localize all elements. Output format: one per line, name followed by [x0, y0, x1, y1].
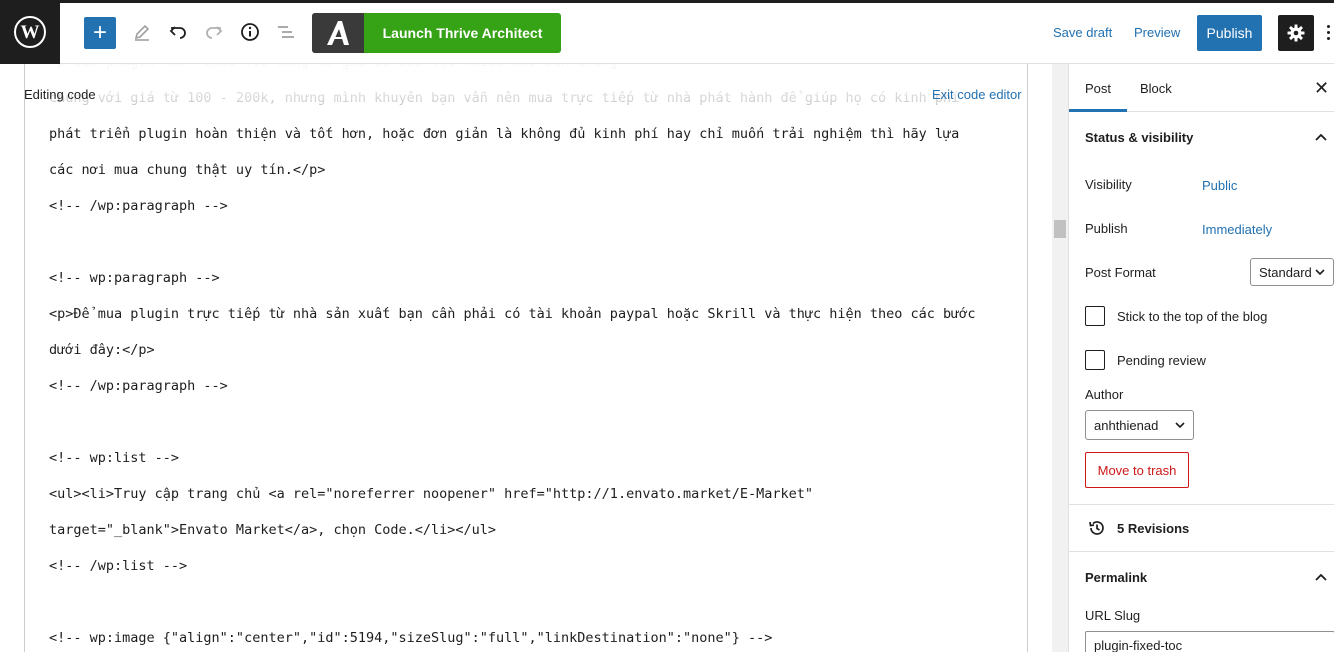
visibility-label: Visibility [1085, 177, 1132, 192]
redo-icon[interactable] [202, 20, 226, 44]
code-line: <p>Các plugin như Fixed TOC đang có giá … [49, 64, 618, 72]
post-format-select[interactable]: Standard [1250, 258, 1334, 286]
settings-button[interactable] [1278, 15, 1314, 51]
move-to-trash-button[interactable]: Move to trash [1085, 452, 1189, 488]
list-view-icon[interactable] [274, 20, 298, 44]
chevron-up-icon[interactable] [1315, 571, 1327, 583]
code-line: <!-- wp:image {"align":"center","id":519… [49, 630, 773, 646]
save-draft-button[interactable]: Save draft [1053, 25, 1112, 40]
dot [1326, 36, 1330, 40]
scrollbar-thumb[interactable] [1054, 220, 1066, 238]
code-line: <ul><li>Truy cập trang chủ <a rel="noref… [49, 486, 814, 502]
exit-code-editor-button[interactable]: Exit code editor [932, 87, 1022, 102]
url-slug-input[interactable]: plugin-fixed-toc [1085, 631, 1334, 652]
code-line: chung với giá từ 100 - 200k, nhưng mình … [49, 90, 960, 106]
code-line: <p>Để mua plugin trực tiếp từ nhà sản xu… [49, 306, 976, 322]
thrive-logo-icon [312, 13, 364, 53]
revisions-icon [1089, 521, 1104, 535]
code-line: target="_blank">Envato Market</a>, chọn … [49, 522, 497, 538]
preview-button[interactable]: Preview [1134, 25, 1180, 40]
dot [1326, 24, 1330, 28]
visibility-value[interactable]: Public [1202, 178, 1237, 193]
pending-review-label[interactable]: Pending review [1117, 353, 1206, 368]
sidebar-tabs: Post Block ✕ [1069, 64, 1334, 112]
revisions-link[interactable]: 5 Revisions [1117, 521, 1189, 536]
wordpress-logo[interactable]: W [0, 0, 60, 64]
close-sidebar-icon[interactable]: ✕ [1314, 78, 1329, 99]
code-line: <!-- wp:list --> [49, 450, 180, 466]
pending-review-checkbox[interactable] [1085, 350, 1105, 370]
stick-to-top-label[interactable]: Stick to the top of the blog [1117, 309, 1267, 324]
info-icon[interactable] [238, 20, 262, 44]
tab-post[interactable]: Post [1069, 81, 1128, 112]
settings-sidebar: Post Block ✕ Status & visibility Visibil… [1068, 64, 1334, 652]
pencil-icon[interactable] [130, 20, 154, 44]
author-value: anhthienad [1094, 417, 1159, 433]
gear-icon [1287, 24, 1305, 42]
publish-button[interactable]: Publish [1197, 15, 1262, 51]
author-label: Author [1085, 387, 1124, 402]
dot [1326, 30, 1330, 34]
launch-thrive-architect-button[interactable]: Launch Thrive Architect [312, 13, 561, 53]
publish-schedule-value[interactable]: Immediately [1202, 222, 1272, 237]
more-options-button[interactable] [1322, 20, 1334, 44]
divider [1069, 504, 1334, 505]
publish-label: Publish [1085, 221, 1128, 236]
code-line: dưới đây:</p> [49, 342, 155, 358]
thrive-button-label: Launch Thrive Architect [382, 25, 543, 41]
status-visibility-title[interactable]: Status & visibility [1085, 130, 1193, 145]
divider [1069, 551, 1334, 552]
editor-scrollbar[interactable] [1052, 64, 1068, 652]
post-format-label: Post Format [1085, 265, 1156, 280]
author-select[interactable]: anhthienad [1085, 410, 1194, 440]
add-block-button[interactable]: + [84, 17, 116, 49]
code-editor-area: <p>Các plugin như Fixed TOC đang có giá … [0, 64, 1052, 652]
post-format-value: Standard [1259, 264, 1312, 280]
editor-toolbar: W + Launch Thrive Architect Save draft P… [0, 0, 1334, 64]
code-line: các nơi mua chung thật uy tín.</p> [49, 162, 326, 178]
code-line: <!-- wp:paragraph --> [49, 270, 220, 286]
code-line: phát triển plugin hoàn thiện và tốt hơn,… [49, 126, 960, 142]
editing-code-label: Editing code [24, 87, 96, 102]
stick-to-top-checkbox[interactable] [1085, 306, 1105, 326]
code-line: <!-- /wp:paragraph --> [49, 198, 228, 214]
wordpress-logo-icon: W [14, 16, 46, 48]
chevron-down-icon [1315, 269, 1325, 276]
chevron-up-icon[interactable] [1315, 131, 1327, 143]
chevron-down-icon [1175, 422, 1185, 429]
code-line: <!-- /wp:paragraph --> [49, 378, 228, 394]
tab-block[interactable]: Block [1140, 81, 1172, 96]
undo-icon[interactable] [166, 20, 190, 44]
permalink-title[interactable]: Permalink [1085, 570, 1147, 585]
url-slug-label: URL Slug [1085, 608, 1141, 623]
code-line: <!-- /wp:list --> [49, 558, 188, 574]
